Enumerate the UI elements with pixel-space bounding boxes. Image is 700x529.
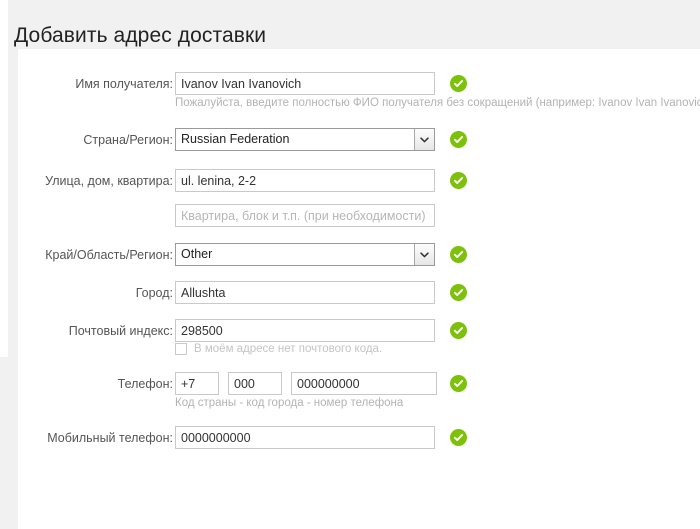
phone-valid-check-icon xyxy=(450,375,467,392)
field-row-country: Страна/Регион: Russian Federation xyxy=(18,128,700,152)
city-field xyxy=(175,281,435,304)
field-row-recipient: Имя получателя: xyxy=(18,72,700,96)
no-postcode-row[interactable]: В моём адресе нет почтового кода. xyxy=(175,343,382,355)
field-row-street: Улица, дом, квартира: xyxy=(18,169,700,193)
field-row-apartment xyxy=(18,204,700,228)
field-row-region: Край/Область/Регион: Other xyxy=(18,243,700,267)
mobile-valid-check-icon xyxy=(450,429,467,446)
country-select[interactable]: Russian Federation xyxy=(175,128,435,151)
postcode-label: Почтовый индекс: xyxy=(68,324,173,338)
postcode-input[interactable] xyxy=(175,319,435,342)
street-valid-check-icon xyxy=(450,172,467,189)
chevron-down-icon[interactable] xyxy=(414,129,434,150)
field-row-mobile: Мобильный телефон: xyxy=(18,426,700,450)
city-input[interactable] xyxy=(175,281,435,304)
phone-number-input[interactable] xyxy=(291,372,437,395)
region-select[interactable]: Other xyxy=(175,243,435,266)
country-field: Russian Federation xyxy=(175,128,435,151)
postcode-field xyxy=(175,319,435,342)
field-row-postcode: Почтовый индекс: xyxy=(18,319,700,343)
phone-country-code-input[interactable] xyxy=(175,372,219,395)
recipient-label: Имя получателя: xyxy=(75,77,173,91)
phone-hint: Код страны - код города - номер телефона xyxy=(175,397,404,409)
page-root: Добавить адрес доставки Имя получателя: … xyxy=(0,0,700,529)
city-label: Город: xyxy=(135,286,173,300)
mobile-input[interactable] xyxy=(175,426,435,449)
street-label: Улица, дом, квартира: xyxy=(45,174,173,188)
page-title: Добавить адрес доставки xyxy=(14,24,267,48)
recipient-valid-check-icon xyxy=(450,75,467,92)
apartment-input[interactable] xyxy=(175,204,435,227)
country-valid-check-icon xyxy=(450,131,467,148)
phone-area-code-input[interactable] xyxy=(228,372,282,395)
region-field: Other xyxy=(175,243,435,266)
page-left-gutter-lower xyxy=(0,357,18,529)
page-left-sliver xyxy=(0,0,8,357)
city-valid-check-icon xyxy=(450,284,467,301)
address-form-card: Имя получателя: Пожалуйста, введите полн… xyxy=(18,49,700,529)
chevron-down-icon[interactable] xyxy=(414,244,434,265)
country-label: Страна/Регион: xyxy=(83,133,173,147)
region-select-value: Other xyxy=(181,247,213,261)
street-input[interactable] xyxy=(175,169,435,192)
region-valid-check-icon xyxy=(450,246,467,263)
street-field xyxy=(175,169,435,192)
mobile-field xyxy=(175,426,435,449)
apartment-field xyxy=(175,204,435,227)
mobile-label: Мобильный телефон: xyxy=(47,431,173,445)
phone-label: Телефон: xyxy=(117,377,173,391)
field-row-city: Город: xyxy=(18,281,700,305)
recipient-input[interactable] xyxy=(175,72,435,95)
no-postcode-label: В моём адресе нет почтового кода. xyxy=(194,343,383,355)
region-label: Край/Область/Регион: xyxy=(45,248,173,262)
country-select-value: Russian Federation xyxy=(181,132,290,146)
postcode-valid-check-icon xyxy=(450,322,467,339)
recipient-field xyxy=(175,72,435,95)
recipient-hint: Пожалуйста, введите полностью ФИО получа… xyxy=(175,97,700,109)
field-row-phone: Телефон: xyxy=(18,372,700,396)
phone-field-group xyxy=(175,372,437,395)
no-postcode-checkbox[interactable] xyxy=(175,343,187,355)
